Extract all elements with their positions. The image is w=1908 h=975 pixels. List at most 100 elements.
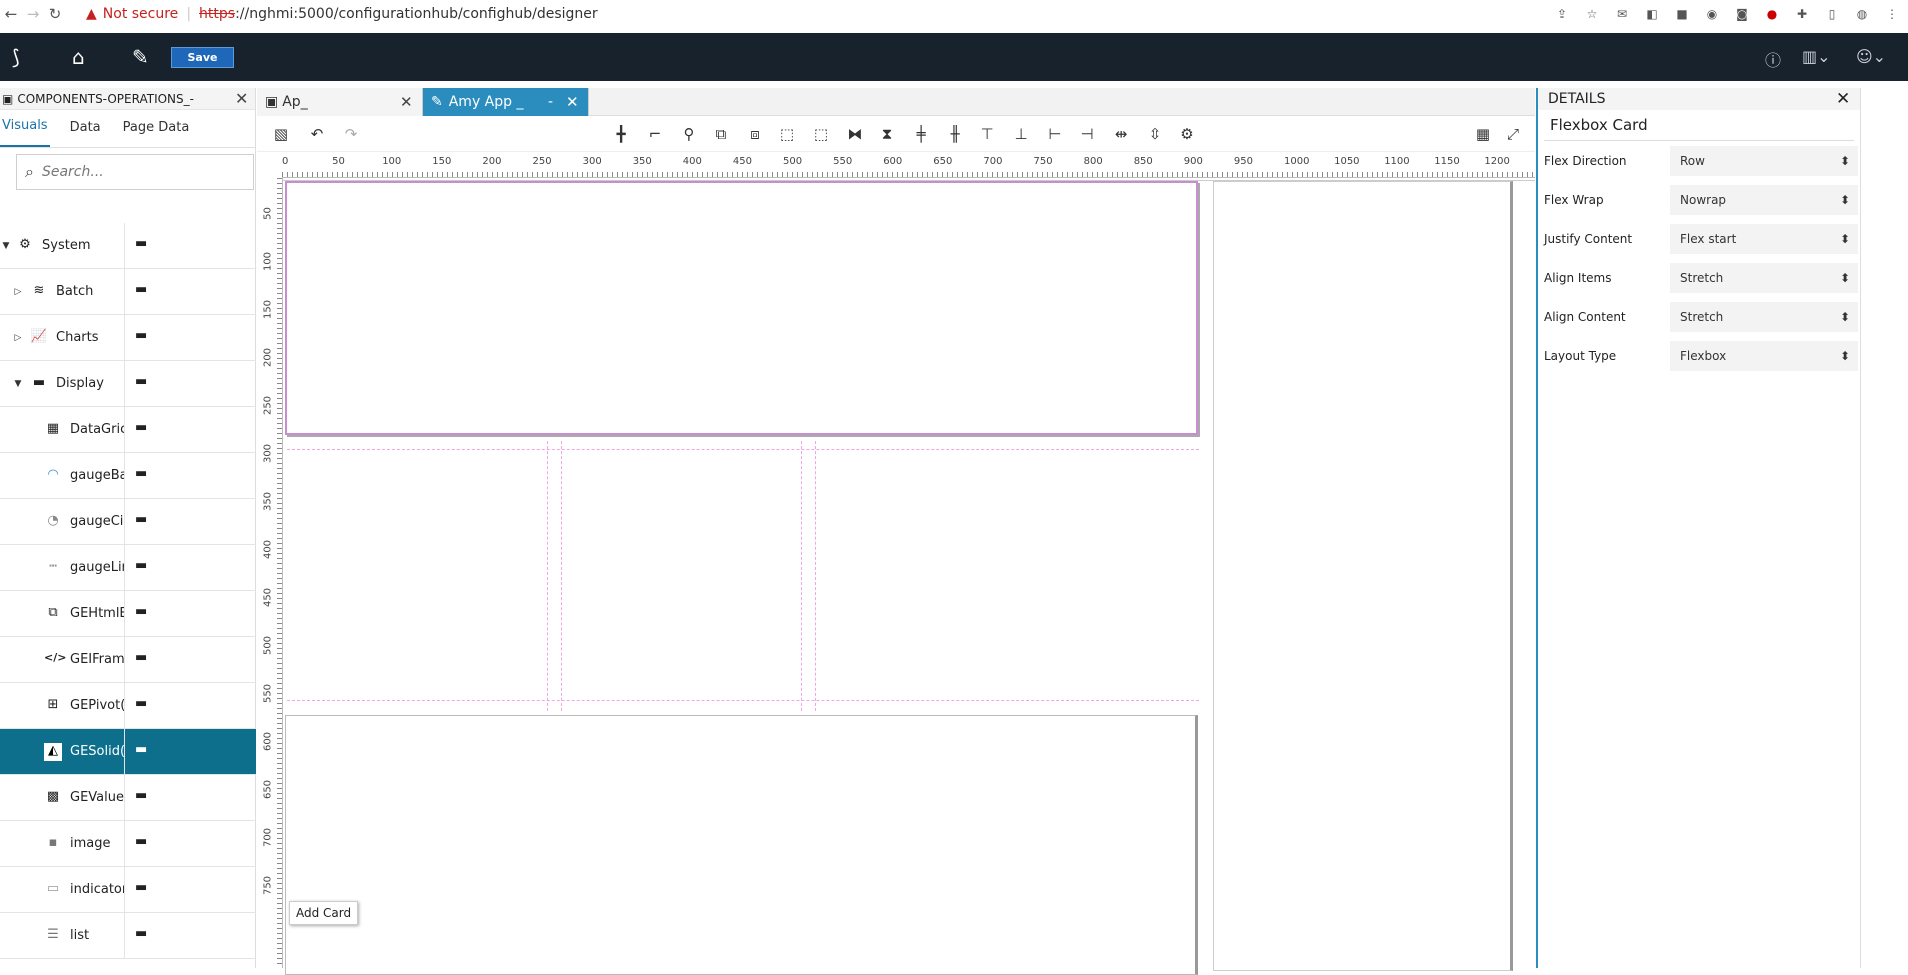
tree-item-geiframe[interactable]: </> GEIFram ▬ <box>0 637 256 683</box>
tree-item-batch[interactable]: ▷ ≋ Batch ▬ <box>0 269 256 315</box>
close-icon[interactable]: ✕ <box>566 93 588 111</box>
format-painter-icon[interactable]: ⚲ <box>677 122 701 146</box>
preview-icon[interactable]: ▧ <box>269 122 293 146</box>
flexbox-card-selected[interactable] <box>285 181 1198 435</box>
camera-icon[interactable]: ◙ <box>1732 4 1752 24</box>
settings-icon[interactable]: ⚙ <box>1175 122 1199 146</box>
tree-item-label: GEHtmlE <box>70 606 124 621</box>
star-icon[interactable]: ☆ <box>1582 4 1602 24</box>
tab-amy-app[interactable]: ✎ Amy App _ - ✕ <box>423 88 589 116</box>
flex-wrap-select[interactable]: Nowrap ⬍ <box>1670 184 1858 215</box>
close-icon[interactable]: ✕ <box>235 89 255 108</box>
group-icon[interactable]: ⬚ <box>775 122 799 146</box>
tab-data[interactable]: Data <box>68 120 103 147</box>
align-top-icon[interactable]: ⊤ <box>975 122 999 146</box>
tree-item-display[interactable]: ▼ ▬ Display ▬ <box>0 361 256 407</box>
ruler-tick-label: 750 <box>262 875 274 896</box>
tree-item-label: GESolid( <box>70 744 124 759</box>
add-card-button[interactable]: Add Card <box>289 901 359 925</box>
property-row: Align Content Stretch ⬍ <box>1538 297 1860 336</box>
close-icon[interactable]: ✕ <box>1836 89 1860 109</box>
tree-item-gaugebar[interactable]: ◠ gaugeBa ▬ <box>0 453 256 499</box>
justify-content-select[interactable]: Flex start ⬍ <box>1670 223 1858 254</box>
align-middle-icon[interactable]: ╫ <box>943 122 967 146</box>
share-icon[interactable]: ⇪ <box>1552 4 1572 24</box>
jb-extension-icon[interactable]: ■ <box>1672 4 1692 24</box>
tree-item-charts[interactable]: ▷ 📈 Charts ▬ <box>0 315 256 361</box>
distribute-horizontal-icon[interactable]: ⇹ <box>1109 122 1133 146</box>
tab-visuals[interactable]: Visuals <box>0 118 50 147</box>
ungroup-icon[interactable]: ⬚ <box>809 122 833 146</box>
designer-toolbar: ▧ ↶ ↷ ╋ ⌐ ⚲ ⧉ ⧈ ⬚ ⬚ ⧓ ⧗ ╪ ╫ ⊤ ⊥ ⊢ ⊣ ⇹ ⇳ … <box>257 116 1535 152</box>
brush-icon[interactable]: ✎ <box>132 45 149 69</box>
property-row: Align Items Stretch ⬍ <box>1538 258 1860 297</box>
tree-item-image[interactable]: ▪ image ▬ <box>0 821 256 867</box>
tree-item-gesolid[interactable]: ◭ GESolid( ▬ <box>0 729 256 775</box>
flip-vertical-icon[interactable]: ⧗ <box>875 122 899 146</box>
tree-item-gehtml[interactable]: ⧉ GEHtmlE ▬ <box>0 591 256 637</box>
undo-icon[interactable]: ↶ <box>305 122 329 146</box>
align-center-icon[interactable]: ╪ <box>909 122 933 146</box>
tree-item-gaugelinear[interactable]: ┅ gaugeLir ▬ <box>0 545 256 591</box>
extension-icon[interactable]: ◧ <box>1642 4 1662 24</box>
collapse-arrow-icon[interactable]: ▷ <box>12 287 24 297</box>
expand-arrow-icon[interactable]: ▼ <box>12 379 24 389</box>
close-icon[interactable]: ✕ <box>400 93 422 111</box>
ruler-tick-label: 400 <box>262 539 274 560</box>
logo-icon[interactable]: ⟆ <box>12 45 20 69</box>
gauge-linear-icon: ┅ <box>49 558 57 574</box>
card[interactable] <box>1213 181 1513 971</box>
chart-icon: 📈 <box>30 328 48 344</box>
tab-page-data[interactable]: Page Data <box>121 120 192 147</box>
ruler-tick-label: 200 <box>482 156 502 167</box>
tree-item-system[interactable]: ▼ ⚙ System ▬ <box>0 223 256 269</box>
redo-icon[interactable]: ↷ <box>339 122 363 146</box>
align-left-icon[interactable]: ⊢ <box>1043 122 1067 146</box>
forward-icon[interactable]: → <box>22 5 44 23</box>
fullscreen-icon[interactable]: ⤢ <box>1501 122 1525 146</box>
adblock-icon[interactable]: ● <box>1762 4 1782 24</box>
align-items-select[interactable]: Stretch ⬍ <box>1670 262 1858 293</box>
profile-icon[interactable]: ◍ <box>1852 4 1872 24</box>
mail-extension-icon[interactable]: ✉ <box>1612 4 1632 24</box>
align-right-icon[interactable]: ⊣ <box>1075 122 1099 146</box>
send-backward-icon[interactable]: ⧈ <box>743 122 767 146</box>
tree-item-gevalue[interactable]: ▩ GEValue ▬ <box>0 775 256 821</box>
align-content-select[interactable]: Stretch ⬍ <box>1670 301 1858 332</box>
save-button[interactable]: Save <box>171 47 234 68</box>
reload-icon[interactable]: ↻ <box>44 5 66 23</box>
back-icon[interactable]: ← <box>0 5 22 23</box>
search-input[interactable]: ⌕ Search... <box>16 154 254 190</box>
puzzle-icon[interactable]: ✚ <box>1792 4 1812 24</box>
home-icon[interactable]: ⌂ <box>72 45 85 69</box>
layout-type-select[interactable]: Flexbox ⬍ <box>1670 340 1858 371</box>
expand-arrow-icon[interactable]: ▼ <box>0 241 12 251</box>
design-canvas[interactable]: Add Card <box>283 180 1535 975</box>
connector-icon[interactable]: ⌐ <box>643 122 667 146</box>
grid-toggle-icon[interactable]: ▦ <box>1471 122 1495 146</box>
tree-item-gepivot[interactable]: ⊞ GEPivot( ▬ <box>0 683 256 729</box>
tree-item-list[interactable]: ☰ list ▬ <box>0 913 256 959</box>
align-bottom-icon[interactable]: ⊥ <box>1009 122 1033 146</box>
collapse-arrow-icon[interactable]: ▷ <box>12 333 24 343</box>
help-icon[interactable]: ⓘ <box>1765 47 1781 71</box>
tab-app-1[interactable]: ▣ Ap_ ✕ <box>257 88 423 116</box>
distribute-vertical-icon[interactable]: ⇳ <box>1143 122 1167 146</box>
flip-horizontal-icon[interactable]: ⧓ <box>843 122 867 146</box>
card[interactable] <box>285 715 1198 975</box>
tree-item-datagrid[interactable]: ▦ DataGric ▬ <box>0 407 256 453</box>
ruler-tick-label: 900 <box>1183 156 1203 167</box>
tree-item-gaugecircle[interactable]: ◔ gaugeCir ▬ <box>0 499 256 545</box>
address-bar[interactable]: ▲ Not secure | https ://nghmi:5000/confi… <box>86 6 598 22</box>
flex-row-container[interactable] <box>287 449 1199 701</box>
flex-direction-select[interactable]: Row ⬍ <box>1670 145 1858 176</box>
skype-icon[interactable]: ◉ <box>1702 4 1722 24</box>
crosshair-icon[interactable]: ╋ <box>609 122 633 146</box>
user-icon[interactable]: ☺⌄ <box>1856 47 1886 66</box>
tree-item-indicator[interactable]: ▭ indicator ▬ <box>0 867 256 913</box>
layout-menu-icon[interactable]: ▥⌄ <box>1802 47 1831 66</box>
menu-icon[interactable]: ⋮ <box>1882 4 1902 24</box>
minimize-icon[interactable]: - <box>548 94 566 110</box>
bring-forward-icon[interactable]: ⧉ <box>709 122 733 146</box>
sidepanel-icon[interactable]: ▯ <box>1822 4 1842 24</box>
